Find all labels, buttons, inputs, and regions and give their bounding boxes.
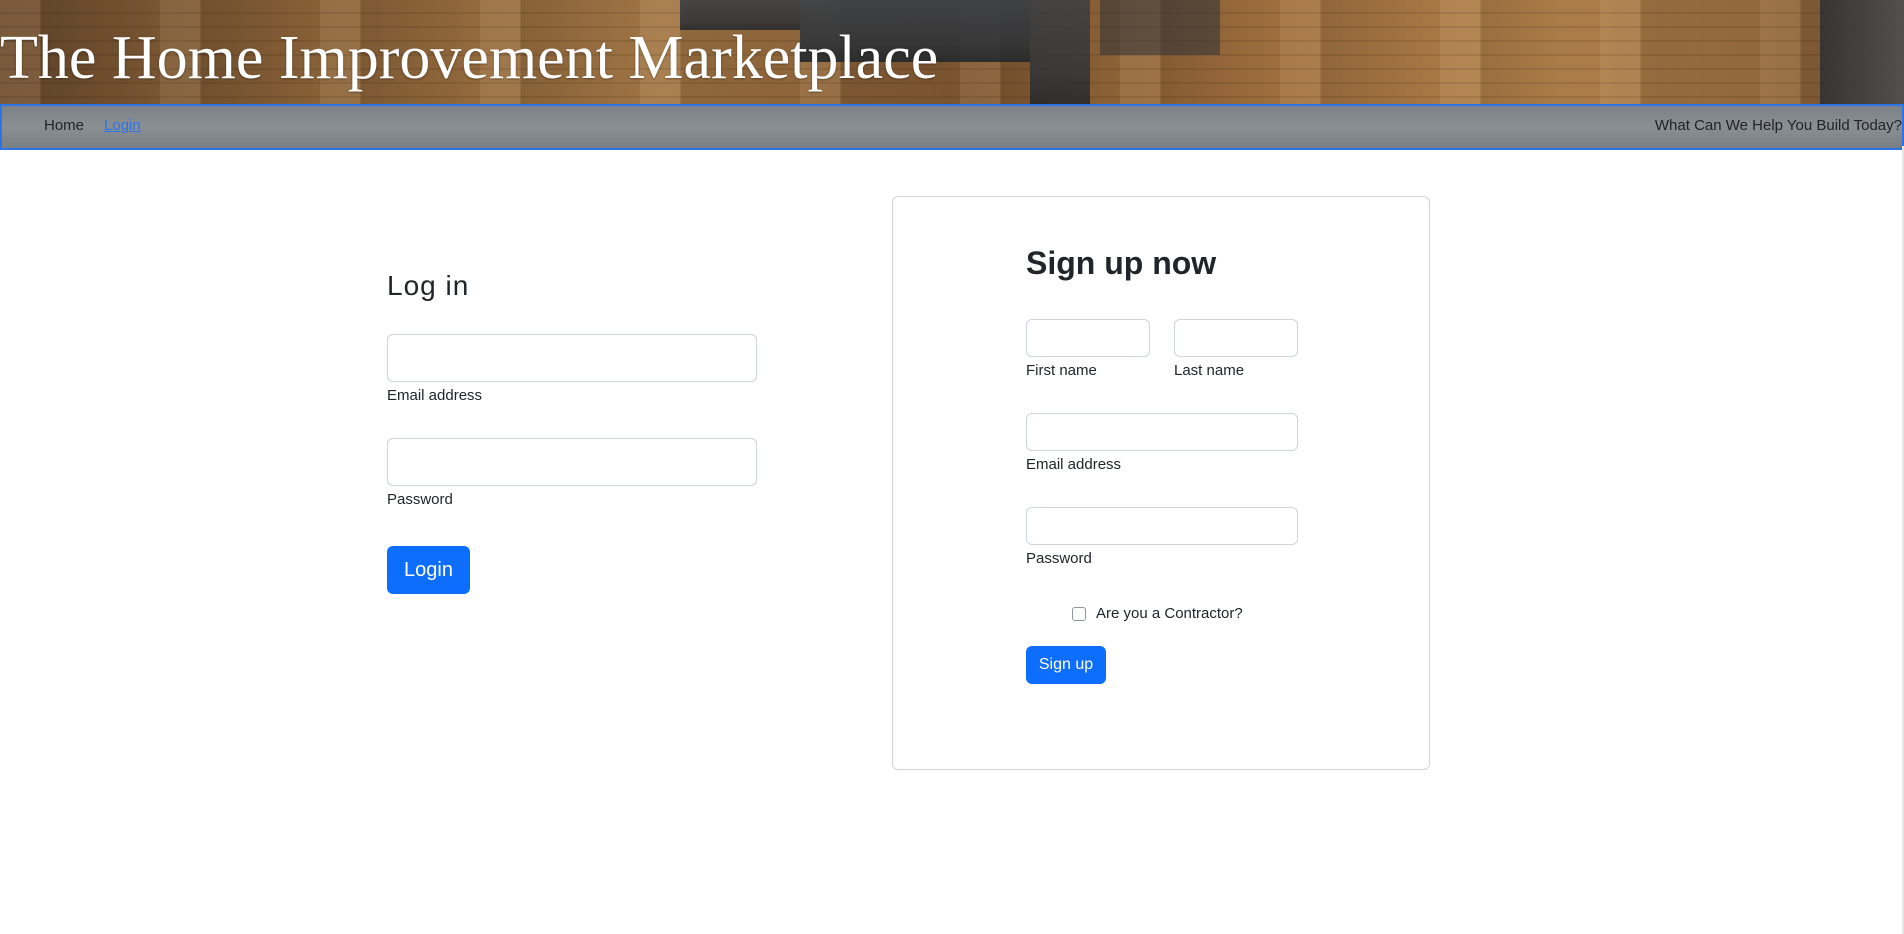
login-email-field[interactable] — [387, 334, 757, 382]
login-email-label: Email address — [387, 387, 483, 404]
signup-title: Sign up now — [1026, 245, 1217, 281]
first-name-label: First name — [1026, 362, 1097, 379]
first-name-group: First name — [1026, 319, 1150, 381]
signup-email-group: Email address — [1026, 413, 1298, 475]
signup-password-group: Password — [1026, 507, 1298, 569]
banner-photo-detail — [1030, 0, 1090, 104]
nav-login-link[interactable]: Login — [104, 117, 141, 134]
name-row: First name Last name — [1026, 319, 1298, 381]
banner-photo-detail — [1820, 0, 1904, 104]
nav-tagline: What Can We Help You Build Today? — [1654, 117, 1902, 134]
signup-email-label: Email address — [1026, 456, 1122, 473]
login-password-field[interactable] — [387, 438, 757, 486]
login-password-group: Password — [387, 438, 757, 510]
signup-email-field[interactable] — [1026, 413, 1298, 451]
header-banner: The Home Improvement Marketplace — [0, 0, 1904, 104]
signup-password-field[interactable] — [1026, 507, 1298, 545]
nav-links: Home Login — [44, 117, 141, 134]
signup-card: Sign up now First name Last name Email a… — [892, 196, 1430, 770]
nav-home-link[interactable]: Home — [44, 117, 84, 134]
last-name-label: Last name — [1174, 362, 1245, 379]
login-email-group: Email address — [387, 334, 757, 406]
signup-form: Sign up now First name Last name Email a… — [1026, 243, 1298, 684]
banner-photo-detail — [1100, 0, 1220, 55]
site-title: The Home Improvement Marketplace — [0, 24, 939, 92]
signup-button[interactable]: Sign up — [1026, 646, 1106, 684]
last-name-field[interactable] — [1174, 319, 1298, 357]
login-section: Log in Email address Password Login — [387, 266, 757, 594]
login-button[interactable]: Login — [387, 546, 470, 594]
first-name-field[interactable] — [1026, 319, 1150, 357]
contractor-checkbox[interactable] — [1072, 606, 1086, 621]
login-title: Log in — [387, 270, 470, 301]
signup-password-label: Password — [1026, 550, 1092, 567]
navbar: Home Login What Can We Help You Build To… — [0, 104, 1904, 150]
page: The Home Improvement Marketplace Home Lo… — [0, 0, 1904, 934]
last-name-group: Last name — [1174, 319, 1298, 381]
contractor-label: Are you a Contractor? — [1096, 605, 1243, 622]
login-password-label: Password — [387, 491, 453, 508]
contractor-row: Are you a Contractor? — [1072, 605, 1298, 622]
